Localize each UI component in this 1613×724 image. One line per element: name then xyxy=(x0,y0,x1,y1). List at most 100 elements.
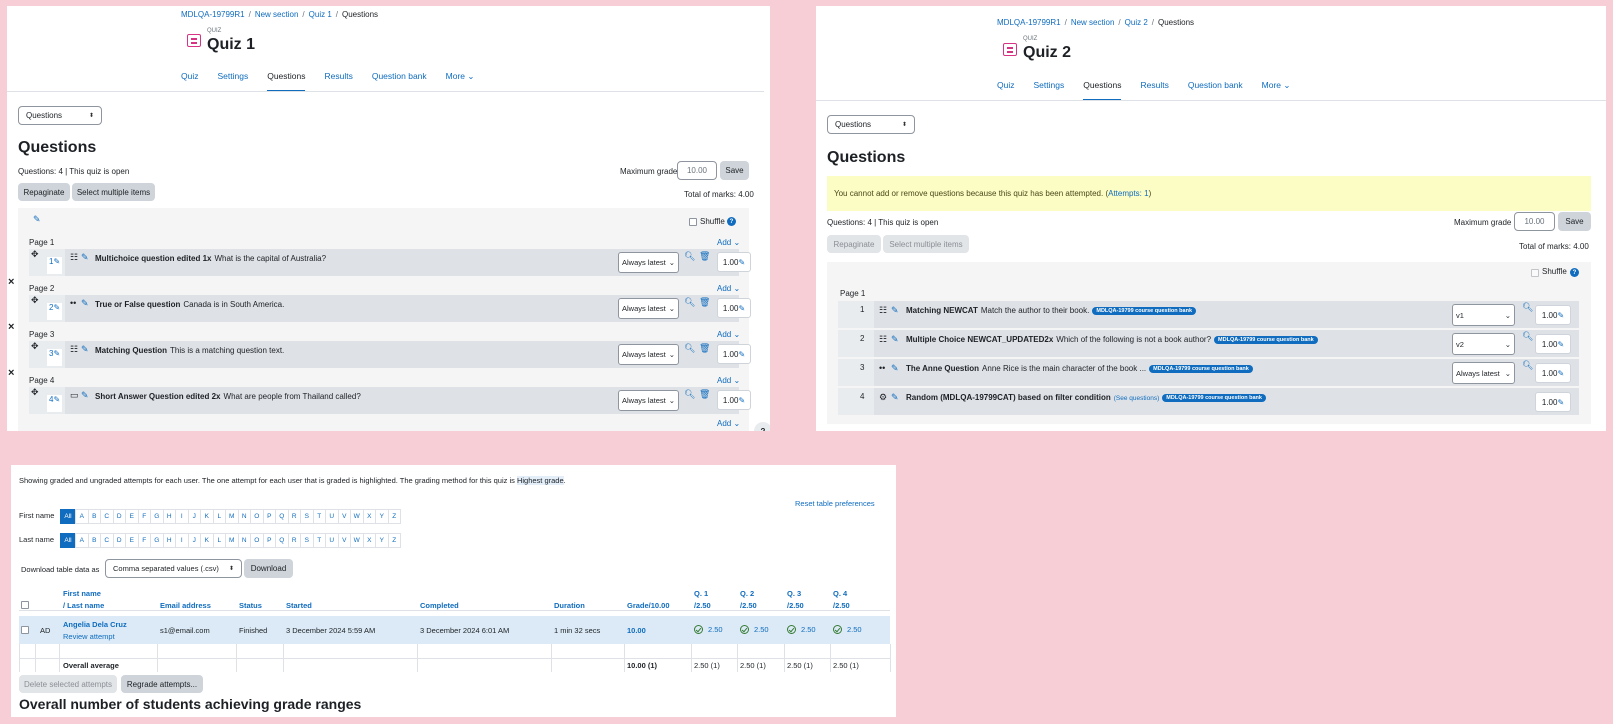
question-name[interactable]: Random (MDLQA-19799CAT) based on filter … xyxy=(906,393,1111,402)
version-select[interactable]: v2 ⌄ xyxy=(1452,333,1515,355)
delete-icon[interactable]: 🗑︎ xyxy=(699,251,710,262)
col-last-name[interactable]: / Last name xyxy=(63,601,104,610)
initial-filter[interactable]: E xyxy=(125,509,139,524)
col-email[interactable]: Email address xyxy=(160,601,211,610)
initial-filter[interactable]: E xyxy=(125,533,139,548)
add-menu-page1[interactable]: Add ⌄ xyxy=(717,238,740,247)
tab-question-bank[interactable]: Question bank xyxy=(372,71,427,92)
question-name[interactable]: Matching NEWCAT xyxy=(906,306,978,315)
col-grade[interactable]: Grade/10.00 xyxy=(627,601,670,610)
initial-filter[interactable]: B xyxy=(87,533,101,548)
preview-icon[interactable]: 🔍︎ xyxy=(684,343,695,354)
user-initials-avatar[interactable]: AD xyxy=(40,626,50,635)
col-status[interactable]: Status xyxy=(239,601,262,610)
preview-icon[interactable]: 🔍︎ xyxy=(684,389,695,400)
max-grade-input[interactable]: 10.00 xyxy=(677,161,717,180)
initial-filter[interactable]: H xyxy=(162,533,176,548)
initial-filter[interactable]: K xyxy=(200,533,214,548)
q3-mark[interactable]: 2.50 xyxy=(787,625,816,634)
question-name[interactable]: Multichoice question edited 1x xyxy=(95,254,211,263)
initial-filter[interactable]: Q xyxy=(275,533,289,548)
edit-icon[interactable]: ✎ xyxy=(53,395,60,404)
edit-section-icon[interactable]: ✎ xyxy=(33,214,41,225)
tab-quiz[interactable]: Quiz xyxy=(181,71,198,92)
question-mark[interactable]: 1.00 ✎ xyxy=(717,344,751,364)
initial-filter[interactable]: T xyxy=(312,509,326,524)
preview-icon[interactable]: 🔍︎ xyxy=(684,251,695,262)
select-all-checkbox[interactable] xyxy=(21,601,29,609)
initial-filter[interactable]: W xyxy=(350,533,364,548)
version-select[interactable]: Always latest ⌄ xyxy=(618,390,679,411)
edit-icon[interactable]: ✎ xyxy=(53,349,60,358)
tab-results[interactable]: Results xyxy=(1140,80,1168,101)
question-mark[interactable]: 1.00 ✎ xyxy=(717,252,751,272)
initial-filter[interactable]: L xyxy=(212,533,226,548)
regrade-attempts-button[interactable]: Regrade attempts... xyxy=(121,675,203,693)
row-checkbox[interactable] xyxy=(21,626,29,634)
initial-filter[interactable]: P xyxy=(262,533,276,548)
question-mark[interactable]: 1.00 ✎ xyxy=(1535,392,1571,412)
move-icon[interactable]: ✥ xyxy=(31,249,39,260)
initial-filter[interactable]: O xyxy=(250,509,264,524)
add-menu-end[interactable]: Add ⌄ xyxy=(717,419,740,428)
question-name[interactable]: Short Answer Question edited 2x xyxy=(95,392,221,401)
add-menu-page4[interactable]: Add ⌄ xyxy=(717,376,740,385)
initial-filter[interactable]: O xyxy=(250,533,264,548)
save-button[interactable]: Save xyxy=(720,161,749,180)
review-attempt-link[interactable]: Review attempt xyxy=(63,632,115,641)
edit-question-icon[interactable]: ✎ xyxy=(81,390,89,401)
grade-link[interactable]: 10.00 xyxy=(627,626,646,635)
initial-filter[interactable]: H xyxy=(162,509,176,524)
tab-question-bank[interactable]: Question bank xyxy=(1188,80,1243,101)
initial-filter[interactable]: Y xyxy=(375,509,389,524)
initial-filter[interactable]: R xyxy=(287,533,301,548)
tertiary-nav-select[interactable]: Questions ⬍ xyxy=(18,106,102,125)
tab-questions[interactable]: Questions xyxy=(267,71,306,92)
version-select[interactable]: Always latest ⌄ xyxy=(1452,362,1515,384)
help-icon[interactable]: ? xyxy=(727,217,736,226)
question-name[interactable]: The Anne Question xyxy=(906,364,979,373)
preview-icon[interactable]: 🔍︎ xyxy=(684,297,695,308)
save-button[interactable]: Save xyxy=(1558,212,1591,231)
preview-icon[interactable]: 🔍︎ xyxy=(1522,302,1533,313)
attempts-link[interactable]: Attempts: 1 xyxy=(1108,189,1148,198)
initial-filter[interactable]: All xyxy=(60,509,76,524)
question-mark[interactable]: 1.00 ✎ xyxy=(717,390,751,410)
initial-filter[interactable]: Q xyxy=(275,509,289,524)
initial-filter[interactable]: M xyxy=(225,509,239,524)
breadcrumb-course[interactable]: MDLQA-19799R1 xyxy=(181,10,245,19)
breadcrumb-quiz[interactable]: Quiz 2 xyxy=(1125,18,1148,27)
col-first-name[interactable]: First name xyxy=(63,589,101,598)
edit-icon[interactable]: ✎ xyxy=(53,257,60,266)
initial-filter[interactable]: A xyxy=(75,509,89,524)
edit-question-icon[interactable]: ✎ xyxy=(891,305,899,316)
edit-question-icon[interactable]: ✎ xyxy=(891,363,899,374)
q4-mark[interactable]: 2.50 xyxy=(833,625,862,634)
initial-filter[interactable]: S xyxy=(300,533,314,548)
initial-filter[interactable]: All xyxy=(60,533,76,548)
initial-filter[interactable]: W xyxy=(350,509,364,524)
initial-filter[interactable]: G xyxy=(150,509,164,524)
add-menu-page3[interactable]: Add ⌄ xyxy=(717,330,740,339)
question-name[interactable]: Multiple Choice NEWCAT_UPDATED2x xyxy=(906,335,1053,344)
version-select[interactable]: Always latest ⌄ xyxy=(618,252,679,273)
initial-filter[interactable]: R xyxy=(287,509,301,524)
col-duration[interactable]: Duration xyxy=(554,601,585,610)
delete-icon[interactable]: 🗑︎ xyxy=(699,343,710,354)
edit-question-icon[interactable]: ✎ xyxy=(81,252,89,263)
download-button[interactable]: Download xyxy=(244,559,293,578)
initial-filter[interactable]: C xyxy=(100,533,114,548)
edit-question-icon[interactable]: ✎ xyxy=(891,334,899,345)
edit-question-icon[interactable]: ✎ xyxy=(81,298,89,309)
shuffle-checkbox[interactable] xyxy=(689,218,697,226)
preview-icon[interactable]: 🔍︎ xyxy=(1522,360,1533,371)
version-select[interactable]: Always latest ⌄ xyxy=(618,344,679,365)
user-name-link[interactable]: Angelia Dela Cruz xyxy=(63,620,127,629)
version-select[interactable]: v1 ⌄ xyxy=(1452,304,1515,326)
initial-filter[interactable]: U xyxy=(325,533,339,548)
question-mark[interactable]: 1.00 ✎ xyxy=(1535,334,1571,354)
q2-mark[interactable]: 2.50 xyxy=(740,625,769,634)
tab-settings[interactable]: Settings xyxy=(1033,80,1064,101)
tab-more[interactable]: More ⌄ xyxy=(446,71,475,92)
initial-filter[interactable]: P xyxy=(262,509,276,524)
